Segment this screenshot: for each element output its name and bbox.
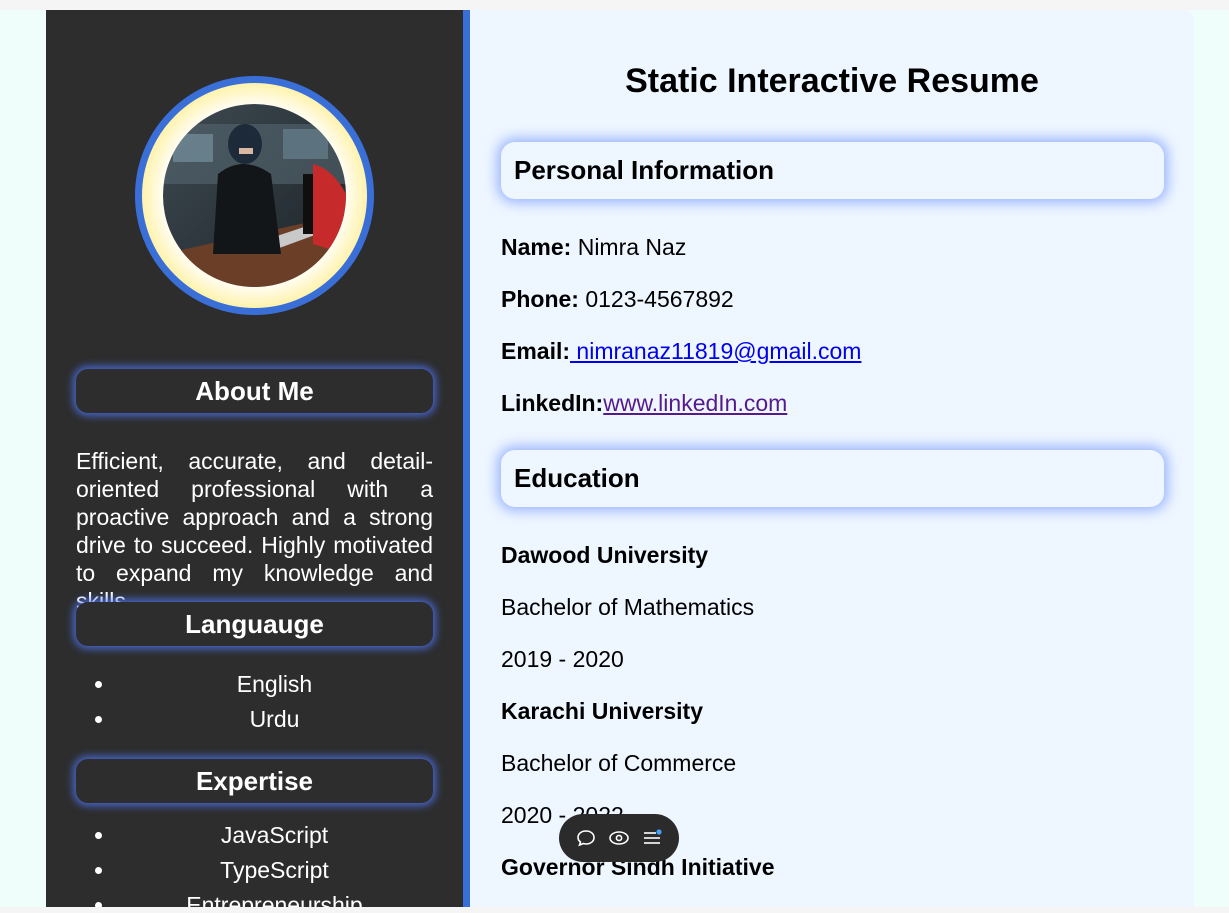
education-school: Karachi University bbox=[501, 697, 703, 725]
education-degree: Bachelor of Commerce bbox=[501, 750, 737, 776]
language-item: Urdu bbox=[116, 702, 433, 737]
expertise-item: TypeScript bbox=[116, 853, 433, 888]
phone-label: Phone: bbox=[501, 286, 579, 312]
linkedin-link[interactable]: www.linkedIn.com bbox=[603, 390, 787, 416]
expertise-item: JavaScript bbox=[116, 818, 433, 853]
floating-toolbar bbox=[559, 814, 679, 862]
profile-photo bbox=[163, 104, 346, 287]
name-row: Name: Nimra Naz bbox=[501, 233, 686, 261]
education-degree: Bachelor of Mathematics bbox=[501, 594, 755, 620]
sidebar: About Me Efficient, accurate, and detail… bbox=[46, 10, 470, 907]
education-school: Dawood University bbox=[501, 541, 708, 569]
phone-row: Phone: 0123-4567892 bbox=[501, 285, 734, 313]
expertise-item: Entrepreneurship bbox=[116, 888, 433, 907]
education-years: 2019 - 2020 bbox=[501, 646, 624, 672]
resume-container: About Me Efficient, accurate, and detail… bbox=[46, 10, 1194, 907]
linkedin-row: LinkedIn:www.linkedIn.com bbox=[501, 389, 787, 417]
education-heading: Education bbox=[501, 450, 1164, 507]
main-content: Static Interactive Resume Personal Infor… bbox=[470, 10, 1194, 907]
menu-icon[interactable] bbox=[640, 826, 664, 850]
language-heading: Languauge bbox=[76, 602, 433, 646]
expertise-list: JavaScript TypeScript Entrepreneurship bbox=[76, 818, 433, 907]
profile-photo-frame bbox=[135, 76, 374, 315]
school-name: Dawood University bbox=[501, 542, 709, 568]
about-text: Efficient, accurate, and detail-oriented… bbox=[76, 448, 433, 614]
language-list: English Urdu bbox=[76, 667, 433, 737]
page-title: Static Interactive Resume bbox=[625, 62, 1039, 100]
email-row: Email: nimranaz11819@gmail.com bbox=[501, 337, 861, 365]
email-link[interactable]: nimranaz11819@gmail.com bbox=[570, 338, 861, 364]
email-label: Email: bbox=[501, 338, 571, 364]
comment-icon[interactable] bbox=[574, 826, 598, 850]
personal-info-heading: Personal Information bbox=[501, 142, 1164, 199]
phone-value: 0123-4567892 bbox=[585, 286, 734, 312]
school-name: Karachi University bbox=[501, 698, 703, 724]
expertise-heading: Expertise bbox=[76, 759, 433, 803]
name-value: Nimra Naz bbox=[577, 234, 687, 260]
bottom-strip bbox=[0, 907, 1229, 913]
linkedin-label: LinkedIn: bbox=[501, 390, 604, 416]
about-heading: About Me bbox=[76, 369, 433, 413]
name-label: Name: bbox=[501, 234, 572, 260]
language-item: English bbox=[116, 667, 433, 702]
top-strip bbox=[0, 0, 1229, 10]
eye-icon[interactable] bbox=[607, 826, 631, 850]
